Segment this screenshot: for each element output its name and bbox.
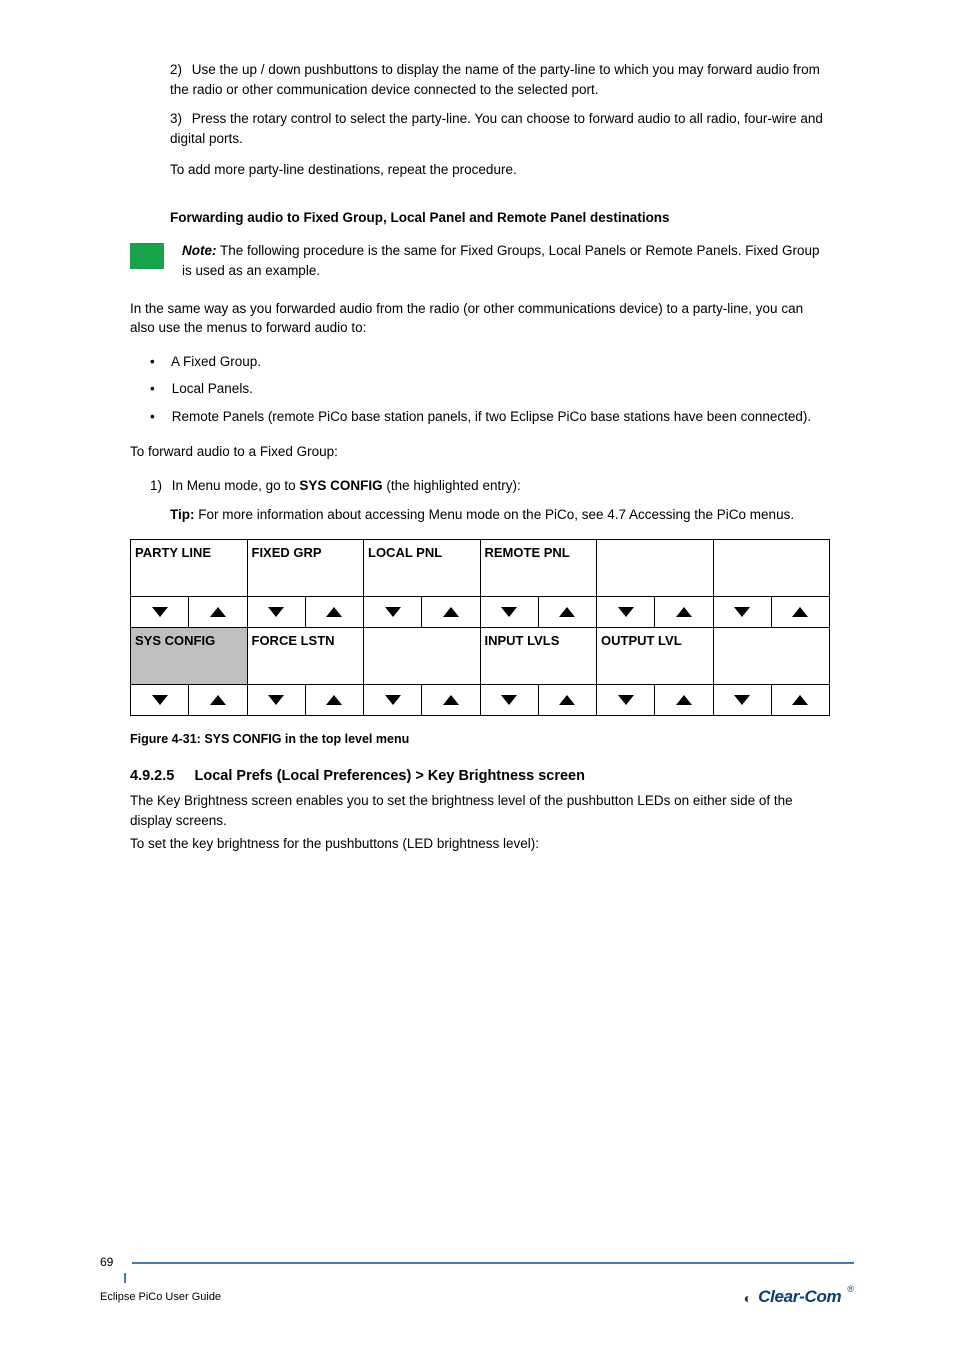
menu-cell-empty xyxy=(597,540,714,597)
subheading-forward-destinations: Forwarding audio to Fixed Group, Local P… xyxy=(170,208,824,228)
bullet-text: Local Panels. xyxy=(172,381,253,396)
up-arrow-icon xyxy=(655,597,712,627)
brand-name: Clear-Com xyxy=(758,1285,841,1310)
menu-cell-empty xyxy=(713,628,830,685)
section-heading: 4.9.2.5 Local Prefs (Local Preferences) … xyxy=(130,766,824,787)
footer-rule xyxy=(132,1262,854,1264)
menu-cell-empty xyxy=(713,540,830,597)
bullet-marker: • xyxy=(150,352,168,372)
bullet-text: Remote Panels (remote PiCo base station … xyxy=(172,409,811,424)
step1-post: (the highlighted entry): xyxy=(386,478,520,493)
arrow-pair[interactable] xyxy=(247,597,364,628)
up-arrow-icon xyxy=(422,685,479,715)
tip-keyword: Tip: xyxy=(170,507,195,522)
list-text-3: Press the rotary control to select the p… xyxy=(170,111,823,146)
up-arrow-icon xyxy=(772,597,829,627)
down-arrow-icon xyxy=(481,597,539,627)
down-arrow-icon xyxy=(131,685,189,715)
body-repeat-procedure: To add more party-line destinations, rep… xyxy=(170,160,824,180)
menu-screenshot: PARTY LINE FIXED GRP LOCAL PNL REMOTE PN… xyxy=(130,539,830,716)
page-footer: 69 Eclipse PiCo User Guide ◐ Clear-Com ® xyxy=(100,1254,854,1310)
section-title: Local Prefs (Local Preferences) > Key Br… xyxy=(195,768,585,784)
menu-cell-local-pnl: LOCAL PNL xyxy=(364,540,481,597)
arrow-pair[interactable] xyxy=(247,685,364,716)
menu-cell-fixed-grp: FIXED GRP xyxy=(247,540,364,597)
up-arrow-icon xyxy=(422,597,479,627)
menu-cell-remote-pnl: REMOTE PNL xyxy=(480,540,597,597)
note-keyword: Note: xyxy=(182,243,217,258)
arrow-pair[interactable] xyxy=(713,685,830,716)
menu-arrows-row xyxy=(131,685,830,716)
up-arrow-icon xyxy=(655,685,712,715)
body-forward-intro: In the same way as you forwarded audio f… xyxy=(130,299,824,338)
bullet-text: A Fixed Group. xyxy=(171,354,261,369)
up-arrow-icon xyxy=(539,597,596,627)
arrow-pair[interactable] xyxy=(480,685,597,716)
step1-bold: SYS CONFIG xyxy=(299,478,382,493)
up-arrow-icon xyxy=(189,685,246,715)
brand-icon: ◐ xyxy=(744,1288,752,1308)
down-arrow-icon xyxy=(597,685,655,715)
section-body-b: To set the key brightness for the pushbu… xyxy=(130,834,824,854)
menu-cell-input-lvls: INPUT LVLS xyxy=(480,628,597,685)
step1-pre: In Menu mode, go to xyxy=(172,478,300,493)
bullet-local-panels: • Local Panels. xyxy=(150,379,824,399)
doc-title-footer: Eclipse PiCo User Guide xyxy=(100,1290,221,1306)
up-arrow-icon xyxy=(306,685,363,715)
tip-text: For more information about accessing Men… xyxy=(198,507,794,522)
ordered-step-2: 2) Use the up / down pushbuttons to disp… xyxy=(170,60,824,99)
down-arrow-icon xyxy=(248,685,306,715)
section-body-a: The Key Brightness screen enables you to… xyxy=(130,791,824,830)
down-arrow-icon xyxy=(364,597,422,627)
arrow-pair[interactable] xyxy=(131,597,248,628)
menu-cell-empty xyxy=(364,628,481,685)
footer-tick xyxy=(124,1273,126,1283)
brand-logo: ◐ Clear-Com ® xyxy=(744,1285,854,1310)
arrow-pair[interactable] xyxy=(480,597,597,628)
bullet-marker: • xyxy=(150,407,168,427)
list-marker-3: 3) xyxy=(170,109,188,129)
note-block: Note: The following procedure is the sam… xyxy=(130,241,824,280)
list-marker-1: 1) xyxy=(150,476,168,496)
list-text-2: Use the up / down pushbuttons to display… xyxy=(170,62,820,97)
menu-cell-output-lvl: OUTPUT LVL xyxy=(597,628,714,685)
ordered-step-1-sysconfig: 1) In Menu mode, go to SYS CONFIG (the h… xyxy=(150,476,824,496)
body-forward-fixed: To forward audio to a Fixed Group: xyxy=(130,442,824,462)
up-arrow-icon xyxy=(539,685,596,715)
menu-cell-sys-config: SYS CONFIG xyxy=(131,628,248,685)
up-arrow-icon xyxy=(772,685,829,715)
figure-caption: Figure 4-31: SYS CONFIG in the top level… xyxy=(130,730,824,748)
page-number: 69 xyxy=(100,1254,126,1271)
arrow-pair[interactable] xyxy=(597,597,714,628)
up-arrow-icon xyxy=(306,597,363,627)
note-icon xyxy=(130,243,164,269)
registered-icon: ® xyxy=(847,1283,854,1296)
arrow-pair[interactable] xyxy=(364,597,481,628)
note-text: The following procedure is the same for … xyxy=(182,243,820,278)
down-arrow-icon xyxy=(248,597,306,627)
list-marker-2: 2) xyxy=(170,60,188,80)
down-arrow-icon xyxy=(597,597,655,627)
ordered-step-3: 3) Press the rotary control to select th… xyxy=(170,109,824,148)
section-number: 4.9.2.5 xyxy=(130,768,174,784)
down-arrow-icon xyxy=(714,685,772,715)
bullet-marker: • xyxy=(150,379,168,399)
down-arrow-icon xyxy=(364,685,422,715)
down-arrow-icon xyxy=(714,597,772,627)
arrow-pair[interactable] xyxy=(713,597,830,628)
menu-cell-force-lstn: FORCE LSTN xyxy=(247,628,364,685)
bullet-remote-panels: • Remote Panels (remote PiCo base statio… xyxy=(150,407,824,427)
up-arrow-icon xyxy=(189,597,246,627)
arrow-pair[interactable] xyxy=(131,685,248,716)
down-arrow-icon xyxy=(481,685,539,715)
arrow-pair[interactable] xyxy=(364,685,481,716)
bullet-fixed-group: • A Fixed Group. xyxy=(150,352,824,372)
menu-cell-party-line: PARTY LINE xyxy=(131,540,248,597)
menu-arrows-row xyxy=(131,597,830,628)
arrow-pair[interactable] xyxy=(597,685,714,716)
down-arrow-icon xyxy=(131,597,189,627)
